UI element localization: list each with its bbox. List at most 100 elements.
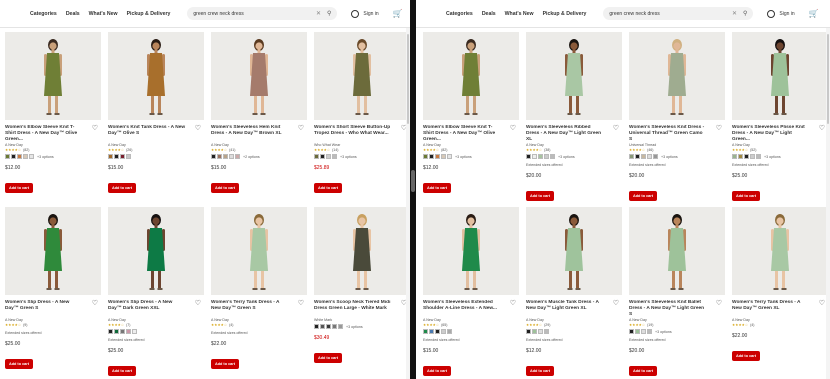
favorite-heart-icon[interactable]: ♡	[613, 124, 619, 132]
color-swatch[interactable]	[532, 154, 537, 159]
product-card[interactable]: ♡ Women's Elbow Sleeve Knit T-Shirt Dress…	[3, 32, 104, 207]
product-brand[interactable]: White Mark	[314, 318, 410, 322]
favorite-heart-icon[interactable]: ♡	[716, 299, 722, 307]
product-title[interactable]: Women's Elbow Sleeve Knit T-Shirt Dress …	[423, 125, 501, 143]
product-card[interactable]: ♡ Women's Scoop Neck Tiered Midi Dress Gr…	[312, 207, 410, 379]
color-swatch[interactable]	[738, 154, 743, 159]
clear-icon[interactable]: ✕	[732, 10, 737, 17]
favorite-heart-icon[interactable]: ♡	[716, 124, 722, 132]
product-card[interactable]: ♡ Women's Elbow Sleeve Knit T-Shirt Dress…	[421, 32, 522, 207]
color-swatch[interactable]	[635, 329, 640, 334]
color-swatch[interactable]	[538, 154, 543, 159]
product-title[interactable]: Women's Terry Tank Dress - A New Day™ Gr…	[732, 300, 810, 318]
more-options-link[interactable]: +3 options	[661, 155, 678, 159]
add-to-cart-button[interactable]: Add to cart	[314, 353, 343, 363]
product-brand[interactable]: A New Day	[108, 143, 205, 147]
product-card[interactable]: ♡ Women's Muscle Tank Dress - A New Day™ …	[524, 207, 625, 379]
color-swatch[interactable]	[326, 324, 331, 329]
add-to-cart-button[interactable]: Add to cart	[629, 191, 658, 201]
product-image-frame[interactable]	[526, 207, 622, 295]
product-image-frame[interactable]	[732, 207, 828, 295]
favorite-heart-icon[interactable]: ♡	[92, 124, 98, 132]
product-title[interactable]: Women's Short Sleeve Button-Up Tropez Dr…	[314, 125, 392, 143]
search-box[interactable]: ✕ ⚲	[603, 7, 754, 20]
scrollbar-thumb[interactable]	[407, 34, 409, 124]
color-swatch[interactable]	[653, 154, 658, 159]
product-brand[interactable]: Who What Wear	[314, 143, 410, 147]
product-title[interactable]: Women's Sleeveless Hem Knit Dress - A Ne…	[211, 125, 289, 143]
color-swatch[interactable]	[641, 154, 646, 159]
favorite-heart-icon[interactable]: ♡	[819, 124, 825, 132]
more-options-link[interactable]: +2 options	[243, 155, 260, 159]
product-brand[interactable]: A New Day	[108, 318, 205, 322]
add-to-cart-button[interactable]: Add to cart	[108, 183, 137, 193]
nav-whats-new[interactable]: What's New	[89, 11, 118, 17]
add-to-cart-button[interactable]: Add to cart	[211, 359, 240, 369]
more-options-link[interactable]: +3 options	[558, 155, 575, 159]
more-options-link[interactable]: +3 options	[764, 155, 781, 159]
product-title[interactable]: Women's Terry Tank Dress - A New Day™ Gr…	[211, 300, 289, 318]
color-swatch[interactable]	[326, 154, 331, 159]
color-swatch[interactable]	[526, 329, 531, 334]
color-swatch[interactable]	[5, 154, 10, 159]
color-swatch[interactable]	[126, 154, 131, 159]
product-brand[interactable]: A New Day	[732, 318, 829, 322]
product-card[interactable]: ♡ Women's Sleeveless Extended Shoulder A-…	[421, 207, 522, 379]
product-brand[interactable]: A New Day	[5, 318, 102, 322]
more-options-link[interactable]: +3 options	[346, 325, 363, 329]
color-swatch[interactable]	[332, 154, 337, 159]
product-title[interactable]: Women's Sleeveless Knit Ballet Dress - A…	[629, 300, 707, 318]
add-to-cart-button[interactable]: Add to cart	[423, 366, 452, 376]
add-to-cart-button[interactable]: Add to cart	[211, 183, 240, 193]
color-swatch[interactable]	[629, 154, 634, 159]
product-image-frame[interactable]	[5, 207, 101, 295]
cart-icon[interactable]: 🛒	[809, 9, 819, 18]
product-image-frame[interactable]	[629, 32, 725, 120]
product-brand[interactable]: A New Day	[211, 318, 308, 322]
favorite-heart-icon[interactable]: ♡	[510, 299, 516, 307]
product-brand[interactable]: A New Day	[5, 143, 102, 147]
favorite-heart-icon[interactable]: ♡	[92, 299, 98, 307]
add-to-cart-button[interactable]: Add to cart	[732, 191, 761, 201]
product-card[interactable]: ♡ Women's Sleeveless Knit Dress - Univers…	[627, 32, 728, 207]
add-to-cart-button[interactable]: Add to cart	[108, 366, 137, 376]
divider-handle[interactable]	[411, 170, 415, 192]
clear-icon[interactable]: ✕	[316, 10, 321, 17]
sign-in-link[interactable]: Sign in	[351, 9, 379, 18]
color-swatch[interactable]	[211, 154, 216, 159]
product-image-frame[interactable]	[211, 32, 307, 120]
product-image-frame[interactable]	[108, 32, 204, 120]
product-card[interactable]: ♡ Women's Sleeveless Plisse Knit Dress - …	[730, 32, 830, 207]
product-card[interactable]: ♡ Women's Sleeveless Ribbed Dress - A New…	[524, 32, 625, 207]
nav-whats-new[interactable]: What's New	[505, 11, 534, 17]
color-swatch[interactable]	[441, 154, 446, 159]
color-swatch[interactable]	[217, 154, 222, 159]
color-swatch[interactable]	[641, 329, 646, 334]
product-card[interactable]: ♡ Women's Terry Tank Dress - A New Day™ G…	[730, 207, 830, 379]
color-swatch[interactable]	[423, 329, 428, 334]
color-swatch[interactable]	[435, 329, 440, 334]
product-brand[interactable]: A New Day	[526, 143, 623, 147]
nav-deals[interactable]: Deals	[482, 11, 496, 17]
more-options-link[interactable]: +3 options	[340, 155, 357, 159]
product-brand[interactable]: Universal Thread	[629, 143, 726, 147]
search-icon[interactable]: ⚲	[327, 10, 331, 17]
product-card[interactable]: ♡ Women's Sleeveless Knit Ballet Dress - …	[627, 207, 728, 379]
product-card[interactable]: ♡ Women's Short Sleeve Button-Up Tropez D…	[312, 32, 410, 207]
product-card[interactable]: ♡ Women's Slip Dress - A New Day™ Dark Gr…	[106, 207, 207, 379]
color-swatch[interactable]	[647, 154, 652, 159]
color-swatch[interactable]	[544, 329, 549, 334]
color-swatch[interactable]	[114, 154, 119, 159]
product-title[interactable]: Women's Knit Tank Dress - A New Day™ Oli…	[108, 125, 186, 143]
search-icon[interactable]: ⚲	[743, 10, 747, 17]
color-swatch[interactable]	[235, 154, 240, 159]
cart-icon[interactable]: 🛒	[393, 9, 403, 18]
color-swatch[interactable]	[120, 329, 125, 334]
product-card[interactable]: ♡ Women's Terry Tank Dress - A New Day™ G…	[209, 207, 310, 379]
product-card[interactable]: ♡ Women's Knit Tank Dress - A New Day™ Ol…	[106, 32, 207, 207]
add-to-cart-button[interactable]: Add to cart	[5, 183, 34, 193]
favorite-heart-icon[interactable]: ♡	[510, 124, 516, 132]
search-input[interactable]	[609, 10, 732, 17]
color-swatch[interactable]	[108, 329, 113, 334]
add-to-cart-button[interactable]: Add to cart	[629, 366, 658, 376]
